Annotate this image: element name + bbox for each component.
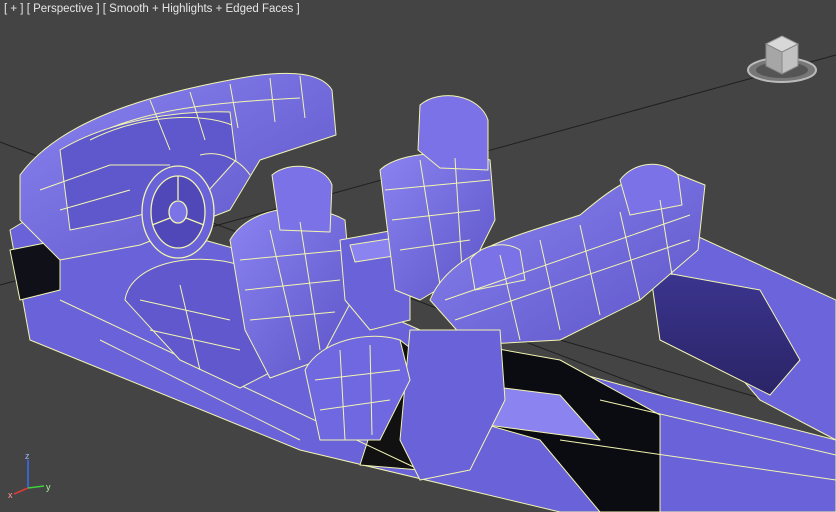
axis-z-label: z <box>25 451 30 461</box>
axis-x-label: x <box>8 490 13 500</box>
viewport-label: [ + ] [ Perspective ] [ Smooth + Highlig… <box>4 3 300 15</box>
steering-wheel <box>141 165 215 259</box>
axis-y-label: y <box>46 482 51 492</box>
viewport-menu-plus[interactable]: [ + ] <box>4 3 24 15</box>
viewcube-icon[interactable] <box>744 30 820 90</box>
axis-tripod: z x y <box>8 451 51 500</box>
car-interior-model[interactable] <box>0 0 836 512</box>
perspective-viewport[interactable]: [ + ] [ Perspective ] [ Smooth + Highlig… <box>0 0 836 512</box>
viewport-point-of-view[interactable]: [ Perspective ] <box>27 3 100 15</box>
viewport-shading-mode[interactable]: [ Smooth + Highlights + Edged Faces ] <box>103 3 300 15</box>
